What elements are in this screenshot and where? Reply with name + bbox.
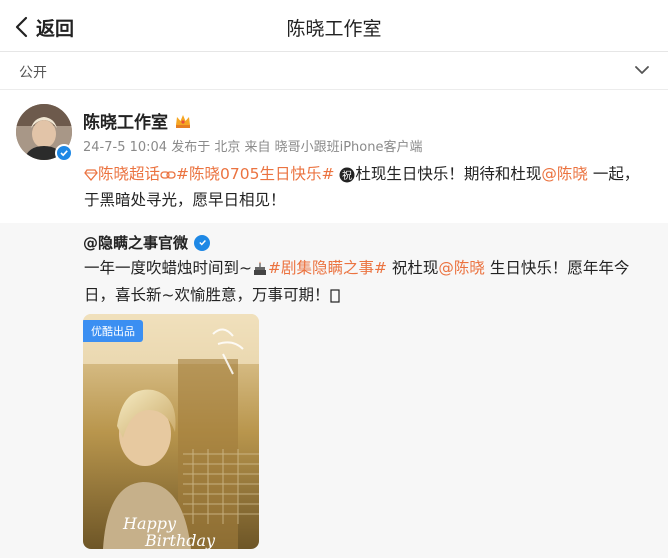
repost-card[interactable]: @隐瞒之事官微 一年一度吹蜡烛时间到~ #剧集隐瞒之事# 祝杜现@陈晓 生日快乐…: [0, 223, 668, 558]
post-content: 陈晓超话 #陈晓0705生日快乐# 祝 杜现生日快乐！期待和杜现@陈晓 一起，于…: [84, 161, 654, 213]
post-meta: 24-7-5 10:04 发布于 北京 来自 晓哥小跟班iPhone客户端: [83, 140, 423, 155]
repost-content: 一年一度吹蜡烛时间到~ #剧集隐瞒之事# 祝杜现@陈晓 生日快乐！愿年年今日，喜…: [84, 255, 654, 309]
repost-text-1: 一年一度吹蜡烛时间到~: [84, 259, 252, 277]
cake-icon: [254, 261, 266, 275]
repost-author-name: @隐瞒之事官微: [83, 234, 189, 252]
svg-text:祝: 祝: [342, 169, 352, 182]
supertopic-link[interactable]: 陈晓超话: [98, 165, 160, 183]
post-author[interactable]: 陈晓工作室: [83, 108, 192, 133]
mention-link[interactable]: @陈晓: [541, 165, 588, 183]
top-bar: 返回 陈晓工作室: [0, 0, 668, 52]
verified-icon: [55, 144, 73, 162]
post-card: 陈晓工作室 24-7-5 10:04 发布于 北京 来自 晓哥小跟班iPhone…: [0, 91, 668, 223]
crown-badge-icon: [176, 114, 190, 128]
unknown-glyph-icon: [329, 288, 340, 303]
link-icon: [160, 170, 176, 179]
visibility-label: 公开: [19, 65, 47, 81]
svg-text:Birthday: Birthday: [144, 531, 216, 549]
repost-author[interactable]: @隐瞒之事官微: [83, 232, 211, 253]
chevron-down-icon: [635, 66, 649, 74]
repost-image[interactable]: Happy Birthday 优酷出品: [83, 314, 259, 549]
post-author-name: 陈晓工作室: [83, 113, 168, 133]
image-badge: 优酷出品: [83, 320, 143, 342]
repost-text-2: 祝杜现: [386, 259, 439, 277]
blessing-icon: 祝: [339, 167, 355, 182]
hashtag-drama-link[interactable]: #剧集隐瞒之事#: [268, 259, 387, 277]
birthday-poster-image: Happy Birthday: [83, 314, 259, 549]
repost-mention-link[interactable]: @陈晓: [438, 259, 485, 277]
verified-icon: [194, 234, 211, 251]
post-text-1: 杜现生日快乐！期待和杜现: [355, 165, 542, 183]
diamond-icon: [84, 168, 98, 181]
page-title: 陈晓工作室: [286, 18, 382, 40]
hashtag-birthday-link[interactable]: #陈晓0705生日快乐#: [176, 165, 334, 183]
visibility-selector[interactable]: 公开: [0, 52, 668, 90]
